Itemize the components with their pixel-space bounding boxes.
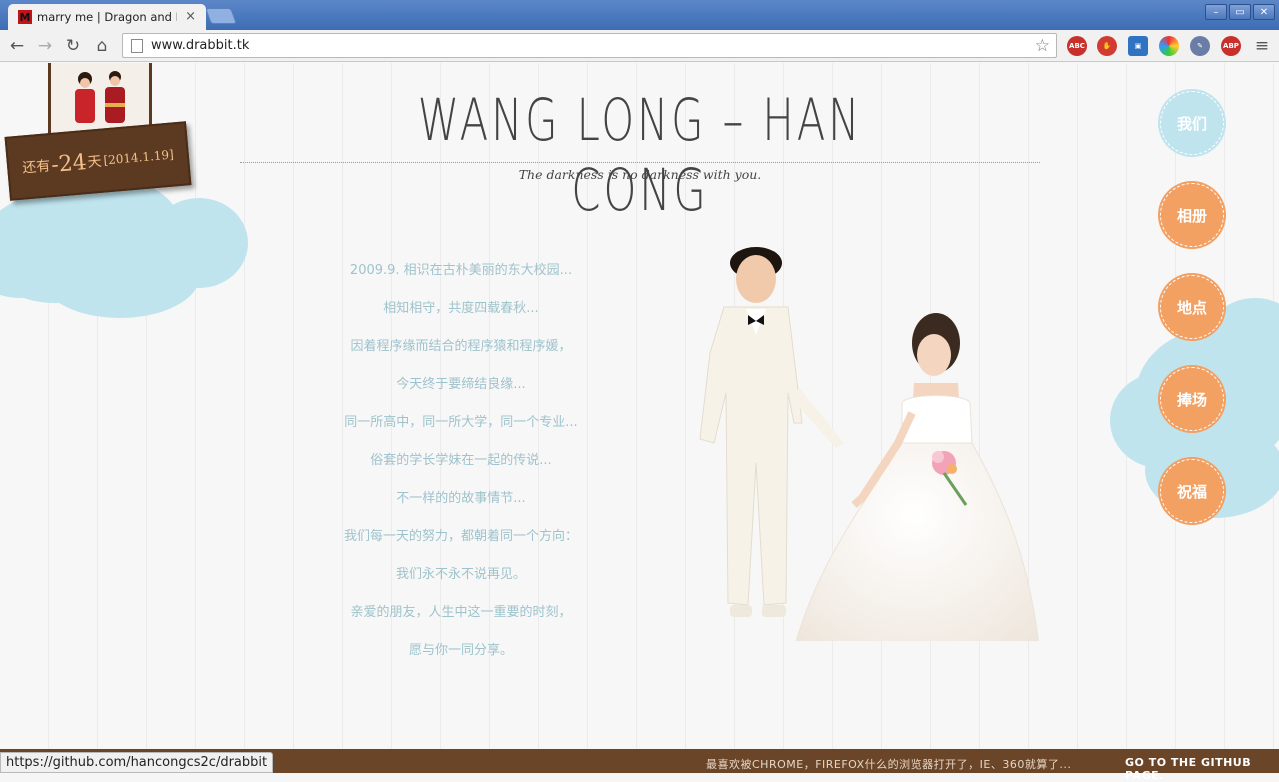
tagline: The darkness is no darkness with you. xyxy=(518,167,762,182)
couple-photo xyxy=(676,243,1046,684)
stop-extension-icon[interactable]: ✋ xyxy=(1097,36,1117,56)
browser-toolbar: ← → ↻ ⌂ www.drabbit.tk ☆ ABC ✋ ▣ ✎ ABP ≡ xyxy=(0,30,1279,62)
eyedropper-extension-icon[interactable]: ✎ xyxy=(1190,36,1210,56)
reload-icon[interactable]: ↻ xyxy=(62,35,84,57)
nav-location[interactable]: 地点 xyxy=(1160,275,1224,339)
close-window-button[interactable]: ✕ xyxy=(1253,4,1275,20)
page-content: 还有 -24 天 [2014.1.19] WANG LONG – HAN CON… xyxy=(0,63,1279,749)
address-bar[interactable]: www.drabbit.tk ☆ xyxy=(122,33,1057,58)
tab-title: marry me | Dragon and Ra xyxy=(37,10,177,24)
site-favicon-icon: M xyxy=(18,10,32,24)
spellcheck-extension-icon[interactable]: ABC xyxy=(1067,36,1087,56)
story-line: 我们每一天的努力，都朝着同一个方向： xyxy=(343,529,578,544)
forward-icon[interactable]: → xyxy=(34,35,56,57)
story-line: 不一样的的故事情节... xyxy=(396,491,526,506)
screenshot-extension-icon[interactable]: ▣ xyxy=(1128,36,1148,56)
story-line: 同一所高中，同一所大学，同一个专业... xyxy=(344,415,578,430)
status-bar-url: https://github.com/hancongcs2c/drabbit xyxy=(0,752,274,773)
minimize-button[interactable]: – xyxy=(1205,4,1227,20)
menu-icon[interactable]: ≡ xyxy=(1251,35,1273,57)
story-line: 愿与你一同分享。 xyxy=(408,643,513,658)
url-text: www.drabbit.tk xyxy=(151,38,250,53)
color-extension-icon[interactable] xyxy=(1159,36,1179,56)
nav-us[interactable]: 我们 xyxy=(1160,91,1224,155)
wedding-date: [2014.1.19] xyxy=(102,147,175,168)
nav-support[interactable]: 捧场 xyxy=(1160,367,1224,431)
tab-bar: M marry me | Dragon and Ra × – ▭ ✕ xyxy=(0,0,1279,30)
story-line: 俗套的学长学妹在一起的传说... xyxy=(370,453,552,468)
bookmark-star-icon[interactable]: ☆ xyxy=(1035,36,1050,56)
adblock-extension-icon[interactable]: ABP xyxy=(1221,36,1241,56)
nav-album[interactable]: 相册 xyxy=(1160,183,1224,247)
maximize-button[interactable]: ▭ xyxy=(1229,4,1251,20)
story-line: 因着程序缘而结合的程序猿和程序媛， xyxy=(350,339,572,354)
footer-message: 最喜欢被CHROME，FIREFOX什么的浏览器打开了，IE、360就算了... xyxy=(706,758,1072,771)
back-icon[interactable]: ← xyxy=(6,35,28,57)
countdown-days: -24 xyxy=(50,149,88,178)
browser-tab[interactable]: M marry me | Dragon and Ra × xyxy=(8,4,206,30)
story-line: 我们永不永不说再见。 xyxy=(395,567,526,582)
new-tab-button[interactable] xyxy=(205,8,237,24)
page-title: WANG LONG – HAN CONG xyxy=(417,86,863,224)
story-line: 今天终于要缔结良缘... xyxy=(396,377,526,392)
title-divider xyxy=(240,162,1040,163)
story-line: 亲爱的朋友，人生中这一重要的时刻， xyxy=(350,605,572,620)
window-controls: – ▭ ✕ xyxy=(1205,4,1275,20)
page-icon xyxy=(131,38,143,53)
story-line: 相知相守，共度四载春秋... xyxy=(383,301,539,316)
story-text: 2009.9. 相识在古朴美丽的东大校园... 相知相守，共度四载春秋... 因… xyxy=(316,261,606,679)
couple-thumbnail xyxy=(48,63,152,135)
story-line: 2009.9. 相识在古朴美丽的东大校园... xyxy=(349,263,573,278)
countdown-prefix: 还有 xyxy=(21,158,52,177)
close-tab-icon[interactable]: × xyxy=(185,9,196,24)
home-icon[interactable]: ⌂ xyxy=(91,35,113,57)
countdown-sign: 还有 -24 天 [2014.1.19] xyxy=(4,121,192,201)
countdown-suffix: 天 xyxy=(86,153,103,171)
nav-wishes[interactable]: 祝福 xyxy=(1160,459,1224,523)
github-link[interactable]: GO TO THE GITHUB PAGE. xyxy=(1125,756,1279,782)
